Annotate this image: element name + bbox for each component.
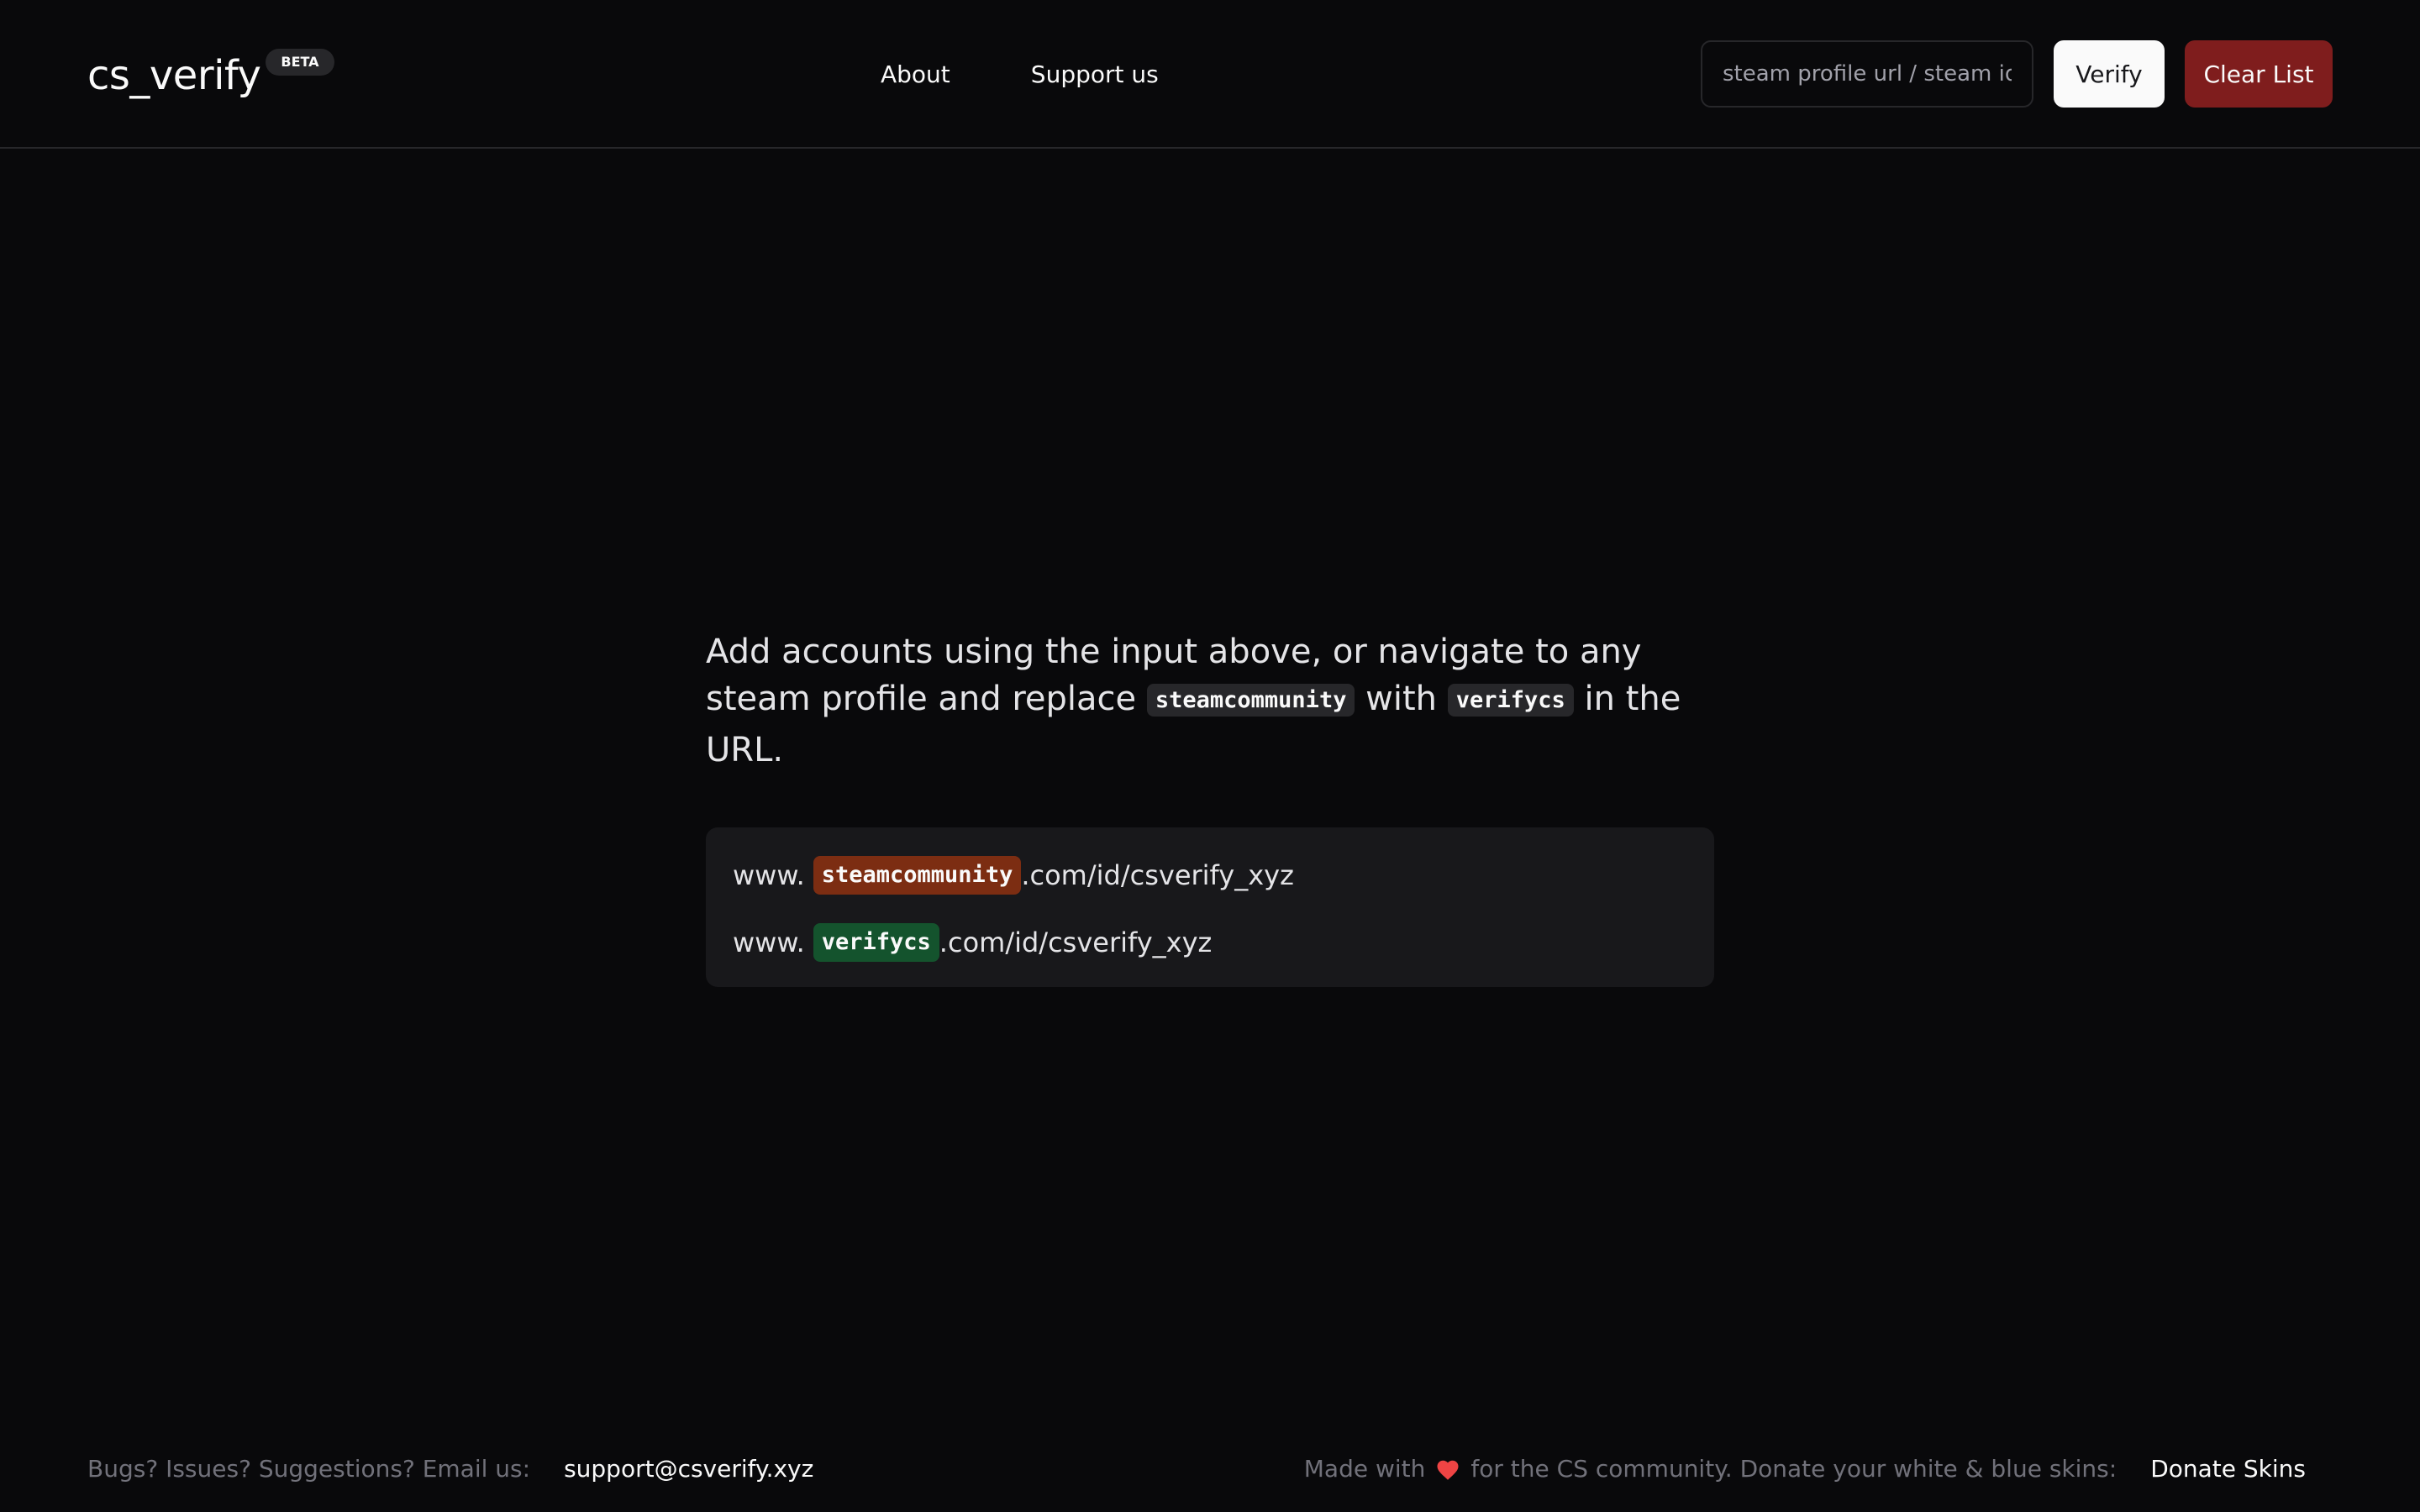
url-path: .com/id/csverify_xyz [1021, 859, 1294, 891]
instructions-text: Add accounts using the input above, or n… [706, 628, 1714, 774]
original-url-example: www. steamcommunity .com/id/csverify_xyz [733, 856, 1687, 895]
url-example-box: www. steamcommunity .com/id/csverify_xyz… [706, 827, 1714, 987]
made-with-text: Made with [1303, 1454, 1426, 1483]
footer-contact: Bugs? Issues? Suggestions? Email us: sup… [87, 1445, 813, 1492]
footer-donate: Made with for the CS community. Donate y… [1304, 1445, 2306, 1492]
steam-id-input[interactable] [1701, 40, 2033, 108]
url-prefix: www. [733, 927, 805, 958]
nav-about-link[interactable]: About [881, 49, 950, 101]
community-text: for the CS community. Donate your white … [1470, 1454, 2118, 1483]
old-domain-chip: steamcommunity [813, 856, 1022, 895]
beta-badge: BETA [266, 49, 334, 76]
main-nav: About Support us [881, 49, 1159, 101]
url-prefix: www. [733, 859, 805, 891]
support-email-link[interactable]: support@csverify.xyz [564, 1455, 813, 1483]
main-content: Add accounts using the input above, or n… [706, 628, 1714, 987]
page-footer: Bugs? Issues? Suggestions? Email us: sup… [0, 1445, 2420, 1492]
top-header: cs_verify BETA About Support us Verify C… [0, 0, 2420, 149]
verifycs-chip: verifycs [1447, 684, 1574, 717]
instructions-part2: with [1365, 680, 1438, 718]
clear-list-button[interactable]: Clear List [2185, 40, 2333, 108]
brand-name[interactable]: cs_verify [87, 44, 261, 108]
donate-skins-link[interactable]: Donate Skins [2150, 1455, 2306, 1483]
brand[interactable]: cs_verify BETA [87, 44, 334, 111]
verify-button[interactable]: Verify [2054, 40, 2165, 108]
replaced-url-example: www. verifycs .com/id/csverify_xyz [733, 923, 1687, 962]
url-path: .com/id/csverify_xyz [939, 927, 1213, 958]
bugs-text: Bugs? Issues? Suggestions? Email us: [87, 1454, 531, 1483]
heart-icon [1435, 1457, 1460, 1483]
nav-support-link[interactable]: Support us [1031, 49, 1159, 101]
new-domain-chip: verifycs [813, 923, 939, 962]
steamcommunity-chip: steamcommunity [1146, 684, 1355, 717]
